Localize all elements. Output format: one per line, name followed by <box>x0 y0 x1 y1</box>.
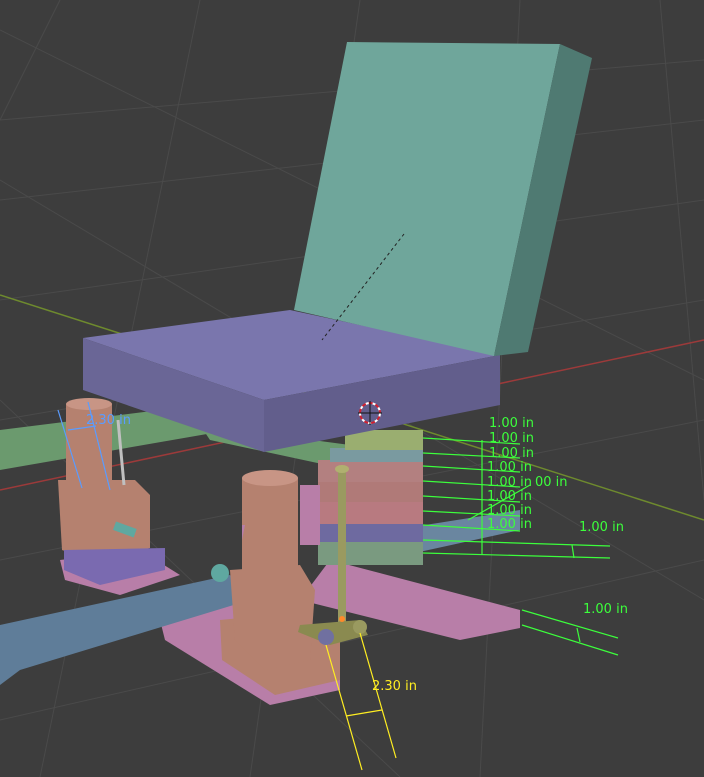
dim-label-extra: 00 in <box>535 475 568 490</box>
dim-label-3: 1.00 in <box>489 446 534 461</box>
dim-label-5: 1.00 in <box>487 475 532 490</box>
dim-label-4: 1.00 in <box>487 460 532 475</box>
dim-label-7: 1.00 in <box>487 503 532 518</box>
3d-viewport[interactable]: 1.00 in 1.00 in 1.00 in 1.00 in 1.00 in … <box>0 0 704 777</box>
dim-label-2: 1.00 in <box>489 431 534 446</box>
viewport-scene[interactable]: 1.00 in 1.00 in 1.00 in 1.00 in 1.00 in … <box>0 0 704 777</box>
green-dimension-labels: 1.00 in 1.00 in 1.00 in 1.00 in 1.00 in … <box>487 416 628 617</box>
dim-label-10: 1.00 in <box>583 602 628 617</box>
yellow-dim-label: 2.30 in <box>372 679 417 694</box>
dim-label-8: 1.00 in <box>487 517 532 532</box>
dim-label-6: 1.00 in <box>487 489 532 504</box>
dim-label-1: 1.00 in <box>489 416 534 431</box>
dim-label-9: 1.00 in <box>579 520 624 535</box>
blue-dim-label: 2.30 in <box>86 413 131 428</box>
backrest[interactable] <box>294 42 592 356</box>
